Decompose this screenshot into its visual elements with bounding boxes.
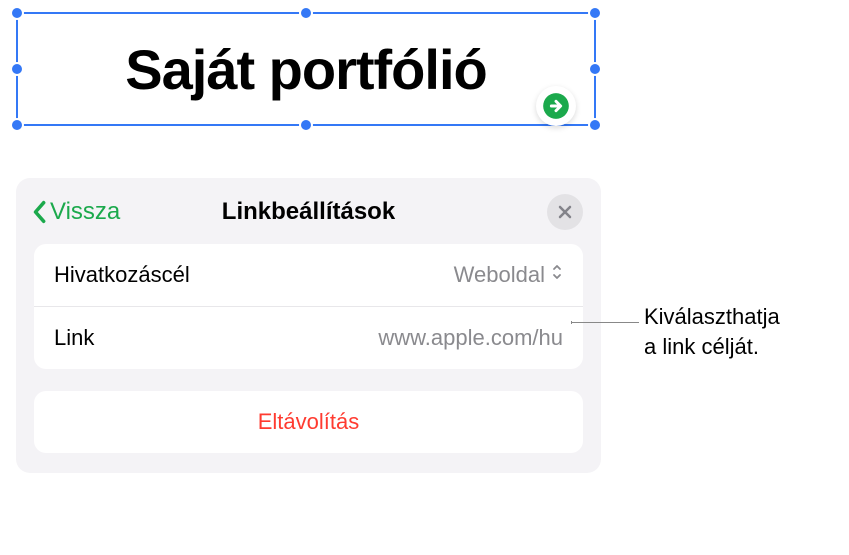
link-form-group: Hivatkozáscél Weboldal Link www.apple.co… <box>34 244 583 369</box>
selected-text-box[interactable]: Saját portfólió <box>16 12 596 126</box>
resize-handle-middle-left[interactable] <box>10 62 24 76</box>
title-text: Saját portfólió <box>125 37 486 102</box>
resize-handle-bottom-center[interactable] <box>299 118 313 132</box>
link-badge-icon[interactable] <box>536 86 576 126</box>
panel-header: Vissza Linkbeállítások <box>16 194 601 244</box>
close-button[interactable] <box>547 194 583 230</box>
back-button[interactable]: Vissza <box>30 198 120 226</box>
callout-line-1: Kiválaszthatja <box>644 302 780 332</box>
target-label: Hivatkozáscél <box>54 262 190 288</box>
target-value: Weboldal <box>454 262 545 288</box>
canvas-area: Saját portfólió <box>0 0 849 138</box>
remove-button[interactable]: Eltávolítás <box>34 391 583 453</box>
resize-handle-bottom-left[interactable] <box>10 118 24 132</box>
link-settings-panel: Vissza Linkbeállítások Hivatkozáscél Web… <box>16 178 601 473</box>
chevron-left-icon <box>30 198 48 226</box>
link-url-row[interactable]: Link www.apple.com/hu <box>34 306 583 369</box>
resize-handle-top-left[interactable] <box>10 6 24 20</box>
resize-handle-top-center[interactable] <box>299 6 313 20</box>
target-select[interactable]: Weboldal <box>454 262 563 288</box>
select-arrows-icon <box>551 262 563 288</box>
link-target-row[interactable]: Hivatkozáscél Weboldal <box>34 244 583 306</box>
resize-handle-top-right[interactable] <box>588 6 602 20</box>
resize-handle-bottom-right[interactable] <box>588 118 602 132</box>
remove-group: Eltávolítás <box>34 391 583 453</box>
link-url-value[interactable]: www.apple.com/hu <box>378 325 563 351</box>
callout-text: Kiválaszthatja a link célját. <box>644 302 780 361</box>
resize-handle-middle-right[interactable] <box>588 62 602 76</box>
arrow-link-icon <box>542 92 570 120</box>
callout-connector <box>571 322 639 323</box>
callout-line-2: a link célját. <box>644 332 780 362</box>
close-icon <box>557 204 573 220</box>
back-label: Vissza <box>50 198 120 226</box>
link-label: Link <box>54 325 94 351</box>
